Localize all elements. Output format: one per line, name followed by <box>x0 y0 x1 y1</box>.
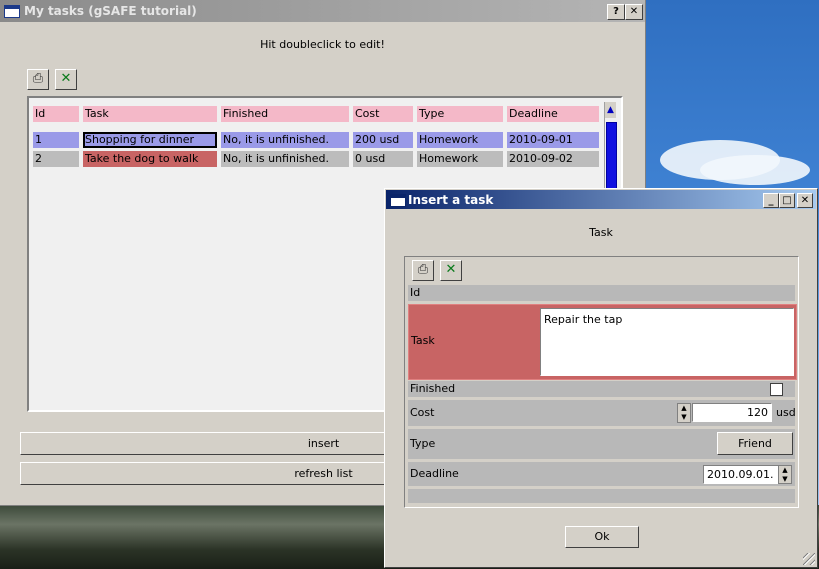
hint-text: Hit doubleclick to edit! <box>260 38 385 51</box>
column-header-deadline[interactable]: Deadline <box>507 106 599 122</box>
type-label: Type <box>410 437 436 450</box>
deadline-spinner[interactable]: ▲ ▼ <box>778 465 792 484</box>
dialog-export-excel-button[interactable]: ✕ <box>440 260 462 281</box>
printer-icon: ⎙ <box>417 262 429 277</box>
export-excel-button[interactable]: ✕ <box>55 69 77 90</box>
form-row-cost: Cost ▲ ▼ 120 usd <box>408 400 796 426</box>
deadline-input[interactable]: 2010.09.01. <box>703 465 779 484</box>
main-window-title: My tasks (gSAFE tutorial) <box>24 4 197 18</box>
table-row-2-id[interactable]: 2 <box>33 151 79 167</box>
table-row-2-finished[interactable]: No, it is unfinished. <box>221 151 349 167</box>
scroll-up-arrow-icon[interactable]: ▲ <box>605 102 616 118</box>
table-row-2-deadline[interactable]: 2010-09-02 <box>507 151 599 167</box>
task-value: Repair the tap <box>544 313 623 326</box>
arrow-up-icon[interactable]: ▲ <box>779 466 791 475</box>
form-row-empty <box>408 489 795 503</box>
cloud <box>700 155 810 185</box>
finished-label: Finished <box>410 382 456 395</box>
table-row-1-cost[interactable]: 200 usd <box>353 132 413 148</box>
dialog-print-button[interactable]: ⎙ <box>412 260 434 281</box>
form-row-id: Id <box>408 285 795 301</box>
deadline-label: Deadline <box>410 467 459 480</box>
form-row-type: Type Friend <box>408 429 795 459</box>
resize-grip-icon[interactable] <box>803 553 815 565</box>
dialog-heading: Task <box>589 226 613 239</box>
form-row-deadline: Deadline 2010.09.01. ▲ ▼ <box>408 462 795 486</box>
arrow-down-icon[interactable]: ▼ <box>779 475 791 484</box>
id-label: Id <box>410 286 421 299</box>
window-icon <box>390 194 406 207</box>
arrow-up-icon[interactable]: ▲ <box>678 404 690 413</box>
table-row-1-id[interactable]: 1 <box>33 132 79 148</box>
ok-button[interactable]: Ok <box>565 526 639 548</box>
cost-unit: usd <box>776 406 796 419</box>
deadline-value: 2010.09.01. <box>707 468 774 481</box>
table-row-2-task[interactable]: Take the dog to walk <box>83 151 217 167</box>
dialog-titlebar[interactable]: Insert a task _ □ ✕ <box>386 190 816 209</box>
task-label: Task <box>411 334 435 347</box>
cost-input[interactable]: 120 <box>692 403 772 422</box>
table-row-1-type[interactable]: Homework <box>417 132 503 148</box>
dialog-title: Insert a task <box>408 193 494 207</box>
form-row-finished: Finished <box>408 381 795 397</box>
insert-task-dialog: Insert a task _ □ ✕ Task ⎙ ✕ Id Task Rep… <box>384 188 818 568</box>
column-header-finished[interactable]: Finished <box>221 106 349 122</box>
table-row-1-finished[interactable]: No, it is unfinished. <box>221 132 349 148</box>
dialog-close-button[interactable]: ✕ <box>797 193 813 208</box>
table-row-2-cost[interactable]: 0 usd <box>353 151 413 167</box>
minimize-button[interactable]: _ <box>763 193 779 208</box>
column-header-task[interactable]: Task <box>83 106 217 122</box>
form-row-task: Task Repair the tap <box>408 304 797 380</box>
column-header-id[interactable]: Id <box>33 106 79 122</box>
maximize-button[interactable]: □ <box>779 193 795 208</box>
table-row-2-type[interactable]: Homework <box>417 151 503 167</box>
printer-icon: ⎙ <box>32 71 44 86</box>
cost-value: 120 <box>747 406 768 419</box>
column-header-type[interactable]: Type <box>417 106 503 122</box>
cost-label: Cost <box>410 406 435 419</box>
table-row-1-task[interactable]: Shopping for dinner <box>83 132 217 148</box>
task-form: ⎙ ✕ Id Task Repair the tap Finished Cost… <box>404 256 799 508</box>
column-header-cost[interactable]: Cost <box>353 106 413 122</box>
finished-checkbox[interactable] <box>770 383 783 396</box>
excel-icon: ✕ <box>60 71 72 86</box>
main-titlebar[interactable]: My tasks (gSAFE tutorial) ? ✕ <box>0 0 645 22</box>
type-button[interactable]: Friend <box>717 432 793 455</box>
window-icon <box>4 5 20 18</box>
print-button[interactable]: ⎙ <box>27 69 49 90</box>
arrow-down-icon[interactable]: ▼ <box>678 413 690 422</box>
cost-spinner[interactable]: ▲ ▼ <box>677 403 691 423</box>
excel-icon: ✕ <box>445 262 457 277</box>
task-textarea[interactable]: Repair the tap <box>540 308 794 376</box>
help-button[interactable]: ? <box>607 4 625 20</box>
table-row-1-deadline[interactable]: 2010-09-01 <box>507 132 599 148</box>
close-button[interactable]: ✕ <box>625 4 643 20</box>
